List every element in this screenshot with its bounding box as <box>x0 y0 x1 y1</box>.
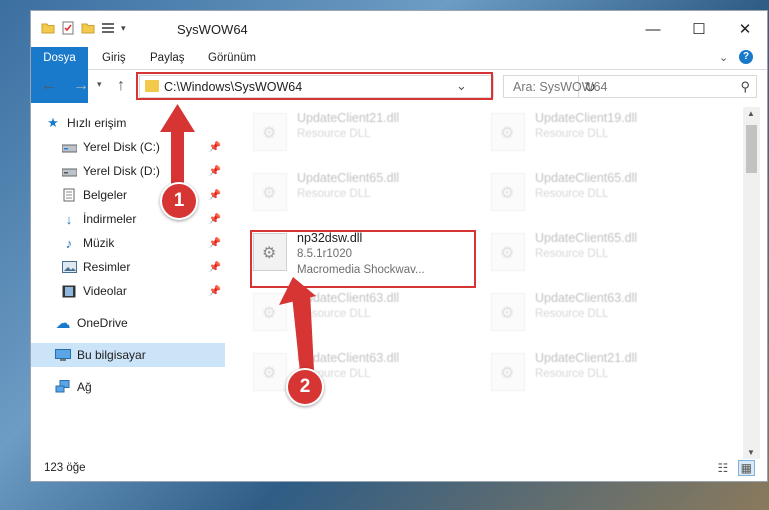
arrow-2 <box>279 277 316 372</box>
step-badge-2: 2 <box>286 368 324 406</box>
annotation-overlay <box>160 104 316 372</box>
arrow-1 <box>160 104 195 188</box>
step-badge-1: 1 <box>160 182 198 220</box>
